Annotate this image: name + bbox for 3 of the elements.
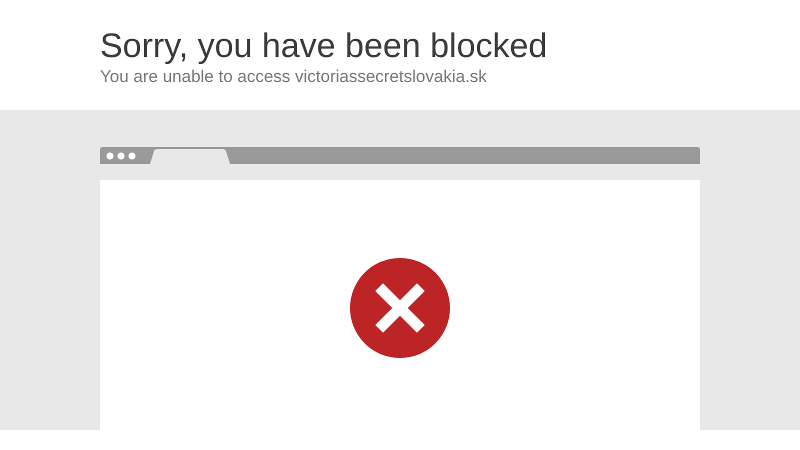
error-icon: [350, 258, 450, 358]
page-subtitle: You are unable to access victoriassecretslovakia.sk: [100, 66, 487, 88]
page-title: Sorry, you have been blocked: [100, 26, 548, 66]
